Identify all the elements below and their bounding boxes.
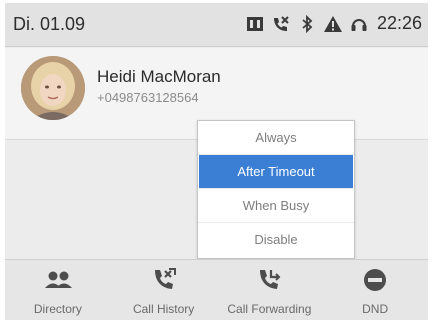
status-bar: Di. 01.09 22:26 [5,3,428,47]
dnd-icon [360,267,390,293]
bluetooth-icon [297,14,317,34]
call-history-label: Call History [132,302,195,316]
dropdown-option-always[interactable]: Always [198,121,354,155]
missed-call-icon [271,14,291,34]
headset-icon [349,14,369,34]
bottom-softkey-bar: Directory Call History Call Forwarding D… [5,259,428,320]
dnd-button[interactable]: DND [322,260,428,320]
status-time: 22:26 [376,13,422,33]
call-forwarding-label: Call Forwarding [227,302,312,316]
call-history-icon [149,267,179,293]
contact-name: Heidi MacMoran [97,67,221,86]
call-forwarding-button[interactable]: Call Forwarding [217,260,323,320]
directory-button[interactable]: Directory [5,260,111,320]
call-forwarding-icon [254,267,284,293]
call-history-button[interactable]: Call History [111,260,217,320]
forwarding-dropdown: Always After Timeout When Busy Disable [197,120,355,259]
voicemail-icon [245,14,265,34]
contact-number: +0498763128564 [97,90,199,105]
status-date: Di. 01.09 [13,14,86,34]
warning-icon [323,14,343,34]
directory-label: Directory [33,302,82,316]
avatar [21,56,85,120]
dropdown-option-when-busy[interactable]: When Busy [198,189,354,223]
dnd-label: DND [362,302,389,316]
status-icons: 22:26 [245,13,422,34]
dropdown-option-disable[interactable]: Disable [198,223,354,257]
contacts-icon [43,267,73,293]
phone-screen: Di. 01.09 22:26 Heidi MacMoran +04987631… [5,3,428,320]
dropdown-option-after-timeout[interactable]: After Timeout [199,155,353,189]
